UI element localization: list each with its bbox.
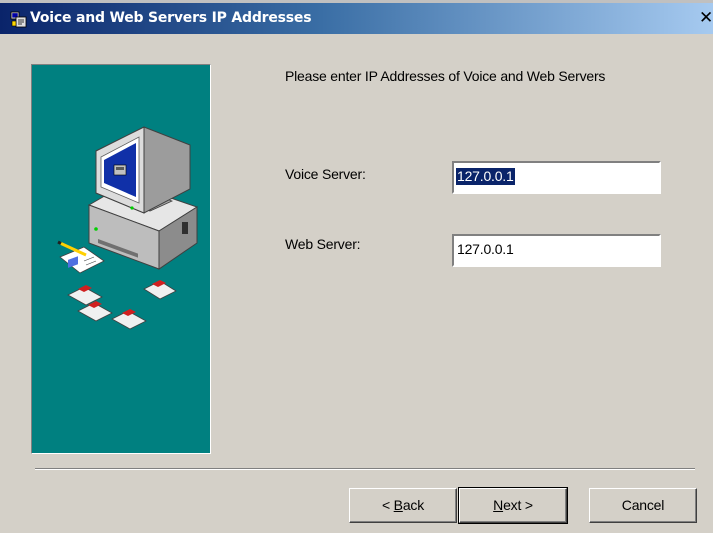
web-server-value: 127.0.0.1 xyxy=(457,241,514,257)
setup-dialog: Voice and Web Servers IP Addresses ✕ Ple… xyxy=(0,0,713,533)
voice-server-value: 127.0.0.1 xyxy=(456,168,515,185)
setup-app-icon xyxy=(10,11,27,28)
voice-server-label: Voice Server: xyxy=(285,166,366,182)
separator xyxy=(35,468,695,470)
web-server-label: Web Server: xyxy=(285,236,361,252)
next-button[interactable]: Next > xyxy=(458,487,568,524)
voice-server-input[interactable]: 127.0.0.1 xyxy=(452,161,661,194)
web-server-input[interactable]: 127.0.0.1 xyxy=(452,234,661,267)
floppy-disk-illustration xyxy=(67,280,177,330)
cancel-button[interactable]: Cancel xyxy=(589,488,697,523)
close-icon[interactable]: ✕ xyxy=(699,5,713,31)
document-pencil-illustration xyxy=(57,240,105,274)
back-button[interactable]: < Back xyxy=(349,488,457,523)
computer-illustration xyxy=(57,126,199,330)
back-button-label: < Back xyxy=(382,497,424,513)
window-title: Voice and Web Servers IP Addresses xyxy=(30,10,312,26)
title-bar[interactable]: Voice and Web Servers IP Addresses ✕ xyxy=(0,0,713,34)
cancel-button-label: Cancel xyxy=(621,497,665,513)
next-button-label: Next > xyxy=(493,497,533,513)
wizard-illustration-panel xyxy=(31,64,211,454)
instruction-text: Please enter IP Addresses of Voice and W… xyxy=(285,68,606,84)
